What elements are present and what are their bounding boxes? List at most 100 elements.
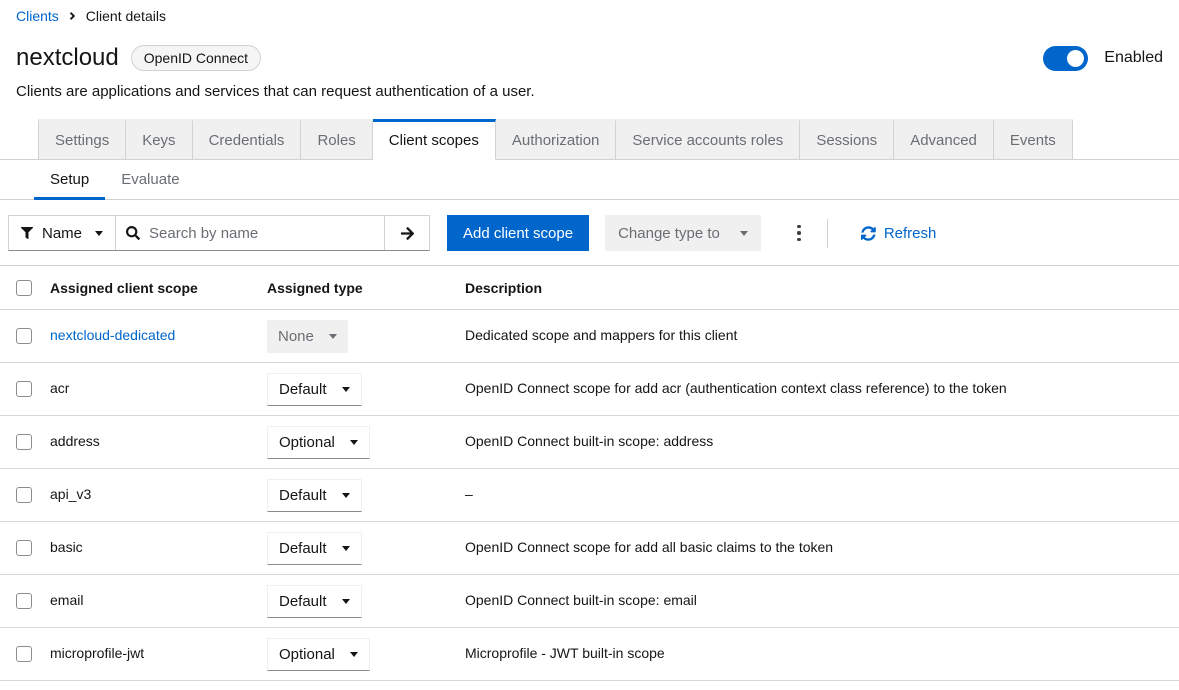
page-title: nextcloud [16, 44, 119, 72]
row-checkbox[interactable] [16, 646, 32, 662]
tab-roles[interactable]: Roles [301, 119, 372, 160]
scope-name: microprofile-jwt [50, 645, 144, 661]
assigned-type-dropdown: None [267, 320, 348, 353]
subtab-setup[interactable]: Setup [34, 160, 105, 199]
column-header-scope: Assigned client scope [50, 280, 267, 296]
chevron-down-icon [329, 334, 337, 339]
filter-type-dropdown[interactable]: Name [9, 216, 115, 250]
row-checkbox[interactable] [16, 487, 32, 503]
filter-icon [21, 227, 33, 239]
assigned-type-value: None [278, 328, 314, 345]
assigned-type-dropdown[interactable]: Optional [267, 638, 370, 671]
arrow-right-icon [400, 226, 415, 241]
assigned-type-value: Optional [279, 646, 335, 663]
change-type-dropdown[interactable]: Change type to [605, 215, 761, 251]
scope-description: OpenID Connect built-in scope: address [465, 433, 713, 449]
subtab-evaluate[interactable]: Evaluate [105, 160, 195, 199]
row-checkbox[interactable] [16, 593, 32, 609]
refresh-icon [861, 226, 876, 241]
table-row: acr Default OpenID Connect scope for add… [0, 363, 1179, 416]
tab-client-scopes[interactable]: Client scopes [373, 119, 496, 160]
assigned-type-value: Default [279, 487, 327, 504]
scope-name: api_v3 [50, 486, 91, 502]
scopes-table-body: nextcloud-dedicated None Dedicated scope… [0, 310, 1179, 681]
scope-name: acr [50, 380, 69, 396]
toolbar: Name Add client scope Change type to Ref… [8, 215, 1171, 251]
search-input[interactable] [149, 225, 374, 242]
sub-tabs: SetupEvaluate [0, 160, 1179, 200]
scope-name: basic [50, 539, 83, 555]
breadcrumb-clients-link[interactable]: Clients [16, 8, 59, 24]
column-header-type: Assigned type [267, 280, 465, 296]
chevron-down-icon [350, 652, 358, 657]
chevron-right-icon [68, 10, 77, 22]
chevron-down-icon [342, 493, 350, 498]
enabled-toggle[interactable] [1043, 46, 1088, 71]
row-checkbox[interactable] [16, 540, 32, 556]
table-row: api_v3 Default – [0, 469, 1179, 522]
table-row: nextcloud-dedicated None Dedicated scope… [0, 310, 1179, 363]
scope-description: Microprofile - JWT built-in scope [465, 645, 665, 661]
assigned-type-value: Default [279, 593, 327, 610]
scope-description: OpenID Connect scope for add all basic c… [465, 539, 833, 555]
assigned-type-value: Default [279, 540, 327, 557]
toggle-knob [1067, 50, 1084, 67]
table-row: microprofile-jwt Optional Microprofile -… [0, 628, 1179, 681]
row-checkbox[interactable] [16, 381, 32, 397]
assigned-type-dropdown[interactable]: Default [267, 585, 362, 618]
client-scopes-table: Assigned client scope Assigned type Desc… [0, 265, 1179, 681]
scope-name: address [50, 433, 100, 449]
tab-events[interactable]: Events [994, 119, 1073, 160]
tab-advanced[interactable]: Advanced [894, 119, 994, 160]
refresh-label: Refresh [884, 225, 937, 242]
tab-service-accounts-roles[interactable]: Service accounts roles [616, 119, 800, 160]
chevron-down-icon [342, 599, 350, 604]
chevron-down-icon [350, 440, 358, 445]
select-all-checkbox[interactable] [16, 280, 32, 296]
protocol-badge: OpenID Connect [131, 45, 261, 72]
search-box [115, 216, 384, 250]
table-row: email Default OpenID Connect built-in sc… [0, 575, 1179, 628]
tab-credentials[interactable]: Credentials [193, 119, 302, 160]
assigned-type-dropdown[interactable]: Default [267, 479, 362, 512]
breadcrumb: Clients Client details [0, 0, 1179, 30]
scope-description: – [465, 486, 473, 502]
page-description: Clients are applications and services th… [16, 83, 1163, 100]
chevron-down-icon [342, 546, 350, 551]
assigned-type-value: Optional [279, 434, 335, 451]
scope-name[interactable]: nextcloud-dedicated [50, 327, 175, 343]
scope-name: email [50, 592, 83, 608]
refresh-button[interactable]: Refresh [861, 225, 937, 242]
chevron-down-icon [95, 231, 103, 236]
change-type-label: Change type to [618, 225, 720, 242]
search-submit-button[interactable] [384, 216, 429, 250]
tab-keys[interactable]: Keys [126, 119, 192, 160]
add-client-scope-button[interactable]: Add client scope [447, 215, 589, 251]
row-checkbox[interactable] [16, 328, 32, 344]
row-checkbox[interactable] [16, 434, 32, 450]
breadcrumb-current: Client details [86, 8, 166, 24]
enabled-toggle-label: Enabled [1104, 49, 1163, 67]
assigned-type-dropdown[interactable]: Optional [267, 426, 370, 459]
page-header: nextcloud OpenID Connect Enabled Clients… [0, 30, 1179, 100]
assigned-type-dropdown[interactable]: Default [267, 532, 362, 565]
main-tabs: SettingsKeysCredentialsRolesClient scope… [0, 119, 1179, 160]
kebab-menu-button[interactable] [779, 215, 819, 251]
tab-settings[interactable]: Settings [38, 119, 126, 160]
table-row: address Optional OpenID Connect built-in… [0, 416, 1179, 469]
search-filter-group: Name [8, 215, 430, 251]
tab-sessions[interactable]: Sessions [800, 119, 894, 160]
column-header-description: Description [465, 280, 1179, 296]
scope-description: OpenID Connect scope for add acr (authen… [465, 380, 1007, 396]
chevron-down-icon [740, 231, 748, 236]
assigned-type-value: Default [279, 381, 327, 398]
scope-description: OpenID Connect built-in scope: email [465, 592, 697, 608]
toolbar-divider [827, 219, 828, 248]
table-row: basic Default OpenID Connect scope for a… [0, 522, 1179, 575]
scope-description: Dedicated scope and mappers for this cli… [465, 327, 737, 343]
search-icon [126, 226, 140, 240]
chevron-down-icon [342, 387, 350, 392]
assigned-type-dropdown[interactable]: Default [267, 373, 362, 406]
tab-authorization[interactable]: Authorization [496, 119, 617, 160]
table-header: Assigned client scope Assigned type Desc… [0, 266, 1179, 310]
